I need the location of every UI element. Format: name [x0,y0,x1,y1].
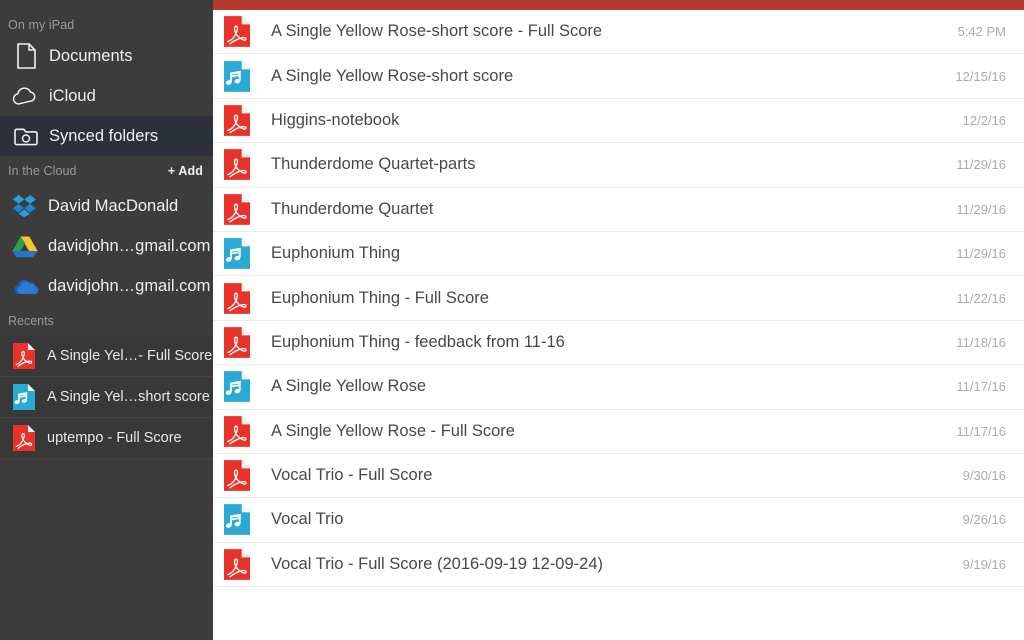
add-cloud-account-button[interactable]: + Add [168,164,203,178]
pdf-icon [224,16,250,48]
recent-item-label: A Single Yel…- Full Score [47,348,213,364]
synced-folder-icon [8,123,44,149]
google-drive-icon [8,234,42,258]
dropbox-icon [8,194,42,218]
file-date: 11/17/16 [956,423,1006,439]
file-date: 11/29/16 [956,246,1006,262]
onedrive-icon [8,274,42,298]
sidebar-item-google-drive[interactable]: davidjohn…gmail.com [0,226,213,266]
sidebar-item-documents[interactable]: Documents [0,36,213,76]
sidebar-item-dropbox[interactable]: David MacDonald [0,186,213,226]
cloud-icon [8,83,44,109]
file-name: A Single Yellow Rose - Full Score [271,421,515,440]
file-name: Vocal Trio - Full Score (2016-09-19 12-0… [271,554,603,573]
sidebar-item-onedrive[interactable]: davidjohn…gmail.com [0,266,213,306]
pdf-icon [224,282,250,314]
sidebar-section-label-cloud: In the Cloud [8,164,77,178]
file-row[interactable]: Vocal Trio 9/26/16 [213,498,1024,543]
file-row[interactable]: A Single Yellow Rose-short score 12/15/16 [213,54,1024,99]
file-row[interactable]: Higgins-notebook 12/2/16 [213,98,1024,144]
sidebar-section-header-recents: Recents [0,306,213,336]
main-panel: A Single Yellow Rose-short score - Full … [213,0,1024,640]
sidebar-section-label-local: On my iPad [8,18,75,32]
file-date: 11/29/16 [956,201,1006,217]
file-name: A Single Yellow Rose-short score - Full … [271,22,603,41]
file-row[interactable]: A Single Yellow Rose 11/17/16 [213,365,1024,410]
file-name: Vocal Trio - Full Score [271,466,433,485]
file-date: 11/22/16 [956,290,1006,306]
file-date: 12/2/16 [962,112,1006,128]
file-name: Thunderdome Quartet-parts [271,155,476,174]
pdf-icon [224,105,250,136]
file-name: A Single Yellow Rose-short score [271,66,514,85]
file-name: A Single Yellow Rose [271,377,427,396]
recent-item[interactable]: A Single Yel…- Full Score [0,336,213,377]
sidebar-item-label-google-drive: davidjohn…gmail.com [48,236,211,255]
file-name: Euphonium Thing [271,244,401,263]
file-date: 11/17/16 [956,379,1006,395]
file-row[interactable]: Euphonium Thing 11/29/16 [213,231,1024,277]
score-icon [224,238,250,270]
pdf-icon [8,425,40,451]
file-date: 11/18/16 [956,334,1006,350]
sidebar-item-synced-folders[interactable]: Synced folders [0,116,213,156]
recent-item-label: uptempo - Full Score [47,430,182,446]
file-name: Vocal Trio [271,510,344,529]
file-row[interactable]: Vocal Trio - Full Score 9/30/16 [213,453,1024,499]
file-row[interactable]: A Single Yellow Rose-short score - Full … [213,10,1024,55]
sidebar-item-label-onedrive: davidjohn…gmail.com [48,276,211,295]
pdf-icon [224,415,250,447]
pdf-icon [224,327,250,358]
file-row[interactable]: A Single Yellow Rose - Full Score 11/17/1… [213,409,1024,454]
file-name: Euphonium Thing - feedback from 11-16 [271,332,565,351]
file-name: Higgins-notebook [271,110,400,129]
sidebar-item-label-documents: Documents [49,46,133,65]
sidebar-item-label-synced-folders: Synced folders [49,126,159,145]
pdf-icon [224,549,250,580]
sidebar: On my iPad Documents iCloud Synced folde… [0,0,213,640]
pdf-icon [224,193,250,225]
sidebar-item-icloud[interactable]: iCloud [0,76,213,116]
score-icon [224,504,250,536]
pdf-icon [224,149,250,181]
file-row[interactable]: Euphonium Thing - Full Score 11/22/16 [213,276,1024,321]
pdf-icon [224,460,250,491]
recent-item[interactable]: uptempo - Full Score [0,418,213,459]
file-date: 5:42 PM [957,24,1006,40]
file-date: 11/29/16 [956,157,1006,173]
file-name: Euphonium Thing - Full Score [271,288,489,307]
recent-item-label: A Single Yel…short score [47,389,210,405]
file-list[interactable]: A Single Yellow Rose-short score - Full … [213,10,1024,640]
sidebar-section-label-recents: Recents [8,314,54,328]
score-icon [224,371,250,403]
file-date: 9/30/16 [962,468,1006,484]
file-row[interactable]: Euphonium Thing - feedback from 11-16 11/… [213,320,1024,366]
file-row[interactable]: Thunderdome Quartet 11/29/16 [213,187,1024,232]
file-row[interactable]: Vocal Trio - Full Score (2016-09-19 12-0… [213,542,1024,588]
sidebar-item-label-icloud: iCloud [49,86,96,105]
app-window: On my iPad Documents iCloud Synced folde… [0,0,1024,640]
sidebar-section-header-local: On my iPad [0,0,213,36]
pdf-icon [8,343,40,369]
file-name: Thunderdome Quartet [271,199,434,218]
sidebar-section-header-cloud: In the Cloud + Add [0,156,213,186]
file-date: 9/26/16 [962,512,1006,528]
file-date: 12/15/16 [955,68,1006,84]
file-date: 9/19/16 [962,556,1006,572]
document-icon [8,43,44,69]
score-icon [224,60,250,92]
score-icon [8,384,40,410]
top-toolbar [213,0,1024,10]
sidebar-item-label-dropbox: David MacDonald [48,196,179,215]
file-row[interactable]: Thunderdome Quartet-parts 11/29/16 [213,143,1024,188]
recent-item[interactable]: A Single Yel…short score [0,377,213,418]
